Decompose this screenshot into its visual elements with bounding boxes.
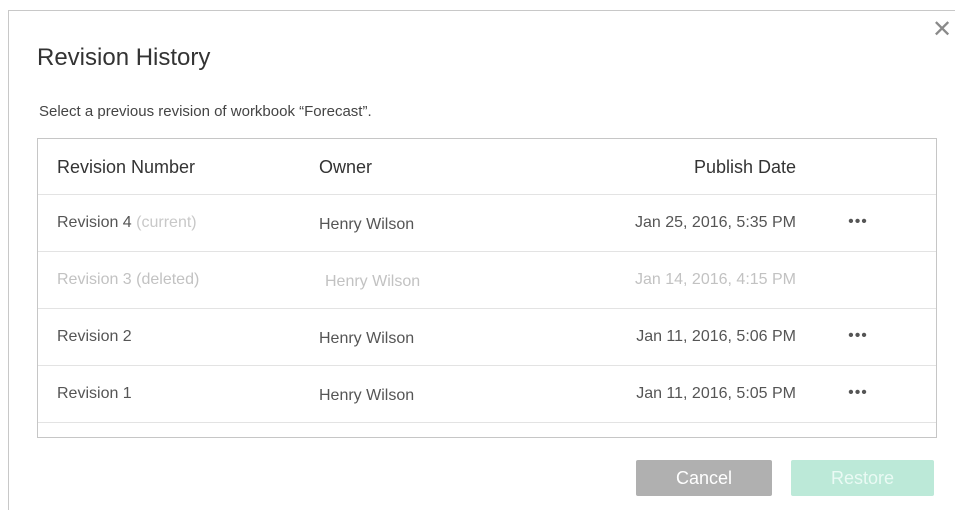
dialog-subtitle: Select a previous revision of workbook “…: [39, 103, 372, 120]
header-revision-number[interactable]: Revision Number: [57, 157, 195, 178]
current-tag: (current): [136, 214, 197, 231]
publish-date-cell: Jan 11, 2016, 5:05 PM: [636, 385, 796, 402]
owner-cell: Henry Wilson: [319, 330, 415, 347]
publish-date-cell: Jan 25, 2016, 5:35 PM: [635, 214, 796, 231]
publish-date-cell: Jan 14, 2016, 4:15 PM: [635, 271, 796, 288]
header-owner[interactable]: Owner: [319, 157, 372, 178]
dialog-title: Revision History: [37, 44, 211, 71]
table-row[interactable]: Revision 4 (current) Henry Wilson Jan 25…: [38, 195, 936, 252]
table-row[interactable]: Revision 2 Henry Wilson Jan 11, 2016, 5:…: [38, 309, 936, 366]
cancel-button[interactable]: Cancel: [636, 460, 772, 496]
restore-button[interactable]: Restore: [791, 460, 934, 496]
revision-cell: Revision 3 (deleted): [57, 271, 200, 288]
more-options-icon[interactable]: •••: [846, 328, 870, 344]
close-icon[interactable]: ✕: [932, 18, 952, 42]
owner-cell: Henry Wilson: [325, 273, 421, 290]
publish-date-cell: Jan 11, 2016, 5:06 PM: [636, 328, 796, 345]
table-header-row: Revision Number Owner Publish Date: [38, 139, 936, 195]
more-options-icon[interactable]: •••: [846, 385, 870, 401]
header-publish-date[interactable]: Publish Date: [694, 157, 796, 178]
more-options-icon[interactable]: •••: [846, 214, 870, 230]
revision-label: Revision 4: [57, 214, 132, 231]
table-row: Revision 3 (deleted) Henry Wilson Jan 14…: [38, 252, 936, 309]
revision-table: Revision Number Owner Publish Date Revis…: [37, 138, 937, 438]
owner-cell: Henry Wilson: [319, 216, 415, 233]
revision-cell: Revision 4 (current): [57, 214, 197, 232]
revision-cell: Revision 2: [57, 328, 132, 345]
owner-cell: Henry Wilson: [319, 387, 415, 404]
table-row[interactable]: Revision 1 Henry Wilson Jan 11, 2016, 5:…: [38, 366, 936, 423]
revision-cell: Revision 1: [57, 385, 132, 402]
